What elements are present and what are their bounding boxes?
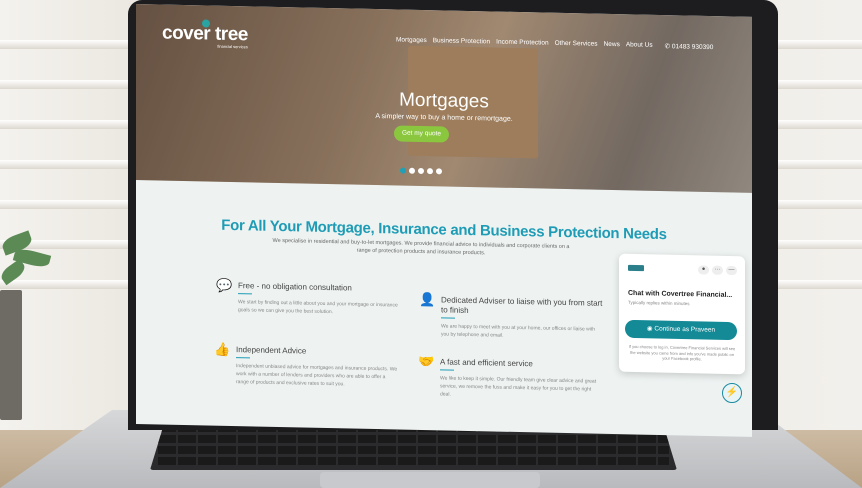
phone-link[interactable]: ✆ 01483 930390 — [665, 42, 714, 51]
chat-subtitle: Typically replies within minutes — [628, 299, 690, 307]
chat-bubbles-icon: 💬 — [216, 277, 233, 294]
nav-about-us[interactable]: About Us — [626, 41, 653, 50]
get-quote-button[interactable]: Get my quote — [394, 125, 449, 143]
slider-dot[interactable] — [436, 168, 442, 175]
messenger-icon: ◉ — [646, 325, 653, 333]
slider-dot[interactable] — [409, 167, 415, 174]
hero-banner: cover tree financial services Mortgages … — [136, 4, 752, 193]
nav-other-services[interactable]: Other Services — [555, 40, 598, 49]
slider-dot[interactable] — [418, 167, 424, 175]
feature-fast-service: 🤝 A fast and efficient service We like t… — [418, 353, 597, 398]
plant-pot — [0, 290, 22, 420]
person-icon: 👤 — [419, 291, 436, 308]
feature-consultation: 💬 Free - no obligation consultation We s… — [216, 277, 398, 315]
phone-icon: ✆ — [664, 43, 671, 51]
site-logo[interactable]: cover tree financial services — [162, 23, 248, 50]
nav-news[interactable]: News — [604, 41, 620, 49]
thumbs-up-icon: 👍 — [214, 341, 231, 357]
nav-income-protection[interactable]: Income Protection — [496, 39, 548, 48]
chat-brand-logo — [628, 264, 644, 272]
slider-dot[interactable] — [400, 167, 406, 174]
nav-business-protection[interactable]: Business Protection — [433, 37, 490, 46]
minimize-icon[interactable]: — — [726, 265, 737, 276]
nav-mortgages[interactable]: Mortgages — [396, 36, 427, 45]
slider-dot[interactable] — [427, 168, 433, 175]
trackpad — [320, 472, 540, 488]
avatar[interactable]: ● — [698, 265, 709, 275]
chat-widget: ● ··· — Chat with Covertree Financial...… — [619, 253, 745, 375]
feature-adviser: 👤 Dedicated Adviser to liaise with you f… — [419, 291, 603, 339]
more-options-icon[interactable]: ··· — [712, 265, 723, 275]
messenger-bubble-icon[interactable]: ⚡ — [722, 383, 742, 403]
handshake-icon: 🤝 — [418, 353, 435, 370]
continue-button[interactable]: ◉ Continue as Praveen — [625, 319, 737, 341]
feature-independent-advice: 👍 Independent Advice Independent unbiase… — [214, 341, 398, 387]
chat-title: Chat with Covertree Financial... — [628, 289, 733, 300]
slider-dots — [400, 167, 442, 175]
chat-controls: ● ··· — — [698, 265, 737, 276]
chat-privacy-note: If you choose to log in, Covertree Finan… — [628, 343, 736, 362]
